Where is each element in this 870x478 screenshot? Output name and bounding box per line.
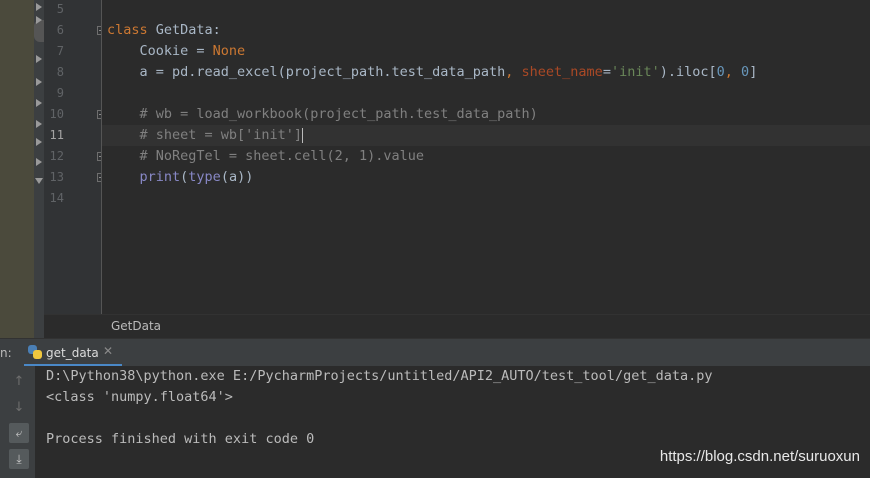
line-number: 7 <box>56 44 64 58</box>
tree-collapse-icon[interactable] <box>35 178 43 184</box>
run-tool-window-header: n: get_data ✕ <box>0 338 870 367</box>
soft-wrap-icon[interactable]: ⤶ <box>9 423 29 443</box>
arrow-up-icon[interactable]: ↑ <box>9 371 29 391</box>
code-text: Cookie = <box>107 43 213 59</box>
code-text: ).iloc[ <box>659 64 717 80</box>
code-line-8: a = pd.read_excel(project_path.test_data… <box>107 62 758 83</box>
project-tree-strip <box>0 0 44 338</box>
keyword-class: class <box>107 22 148 38</box>
run-tab-label: get_data <box>46 346 99 360</box>
class-name: GetData: <box>147 22 221 38</box>
line-number: 12 <box>49 149 64 163</box>
code-line-13: print(type(a)) <box>107 167 254 188</box>
code-line-12: # NoRegTel = sheet.cell(2, 1).value <box>107 148 424 164</box>
code-text: a = pd.read_excel(project_path.test_data… <box>107 64 506 80</box>
watermark: https://blog.csdn.net/suruoxun <box>659 448 860 465</box>
number-literal: 0 <box>741 64 750 80</box>
keyword-none: None <box>212 43 246 59</box>
console-line: D:\Python38\python.exe E:/PycharmProject… <box>46 368 713 384</box>
tree-expand-icon[interactable] <box>36 55 42 63</box>
string-literal: 'init' <box>610 64 660 80</box>
code-editor[interactable]: class GetData: Cookie = None a = pd.read… <box>102 0 870 314</box>
editor-gutter: 5 6 7 8 9 10 11 12 13 14 <box>44 0 106 314</box>
number-literal: 0 <box>716 64 725 80</box>
line-number: 6 <box>56 23 64 37</box>
project-tree-panel <box>0 0 34 338</box>
python-file-icon <box>28 345 42 359</box>
line-number: 13 <box>49 170 64 184</box>
builtin-type: type <box>188 169 221 185</box>
tree-expand-icon[interactable] <box>36 99 42 107</box>
code-text: = <box>602 64 611 80</box>
line-number: 9 <box>56 86 64 100</box>
code-comma: , <box>724 64 742 80</box>
console-line: Process finished with exit code 0 <box>46 431 315 447</box>
tree-expand-icon[interactable] <box>36 16 42 24</box>
close-icon[interactable]: ✕ <box>103 344 113 358</box>
code-line-6: class GetData: <box>107 20 221 41</box>
text-caret <box>302 127 304 143</box>
code-line-10: # wb = load_workbook(project_path.test_d… <box>107 106 538 122</box>
comment: # sheet = wb['init'] <box>107 127 303 143</box>
code-line-7: Cookie = None <box>107 41 246 62</box>
keyword-arg: sheet_name <box>521 64 603 80</box>
code-comma: , <box>505 64 522 80</box>
line-number: 10 <box>49 107 64 121</box>
line-number: 8 <box>56 65 64 79</box>
tree-expand-icon[interactable] <box>36 158 42 166</box>
breadcrumb: GetData <box>44 314 870 338</box>
run-tab-get-data[interactable]: get_data ✕ <box>24 339 122 367</box>
tree-expand-icon[interactable] <box>36 78 42 86</box>
code-text: (a)) <box>220 169 254 185</box>
line-number-current: 11 <box>49 128 64 142</box>
code-line-11: # sheet = wb['init'] <box>107 125 304 146</box>
tree-expand-icon[interactable] <box>36 138 42 146</box>
builtin-print: print <box>139 169 181 185</box>
run-toolbar: ↑ ↓ ⤶ ⤓ <box>0 366 35 478</box>
console-line: <class 'numpy.float64'> <box>46 389 233 405</box>
arrow-down-icon[interactable]: ↓ <box>9 397 29 417</box>
code-text: ] <box>749 64 758 80</box>
line-number: 14 <box>49 191 64 205</box>
breadcrumb-item[interactable]: GetData <box>111 319 161 333</box>
run-window-label: n: <box>0 346 12 360</box>
scroll-to-end-icon[interactable]: ⤓ <box>9 449 29 469</box>
tree-expand-icon[interactable] <box>36 120 42 128</box>
line-number: 5 <box>56 2 64 16</box>
tree-expand-icon[interactable] <box>36 3 42 11</box>
